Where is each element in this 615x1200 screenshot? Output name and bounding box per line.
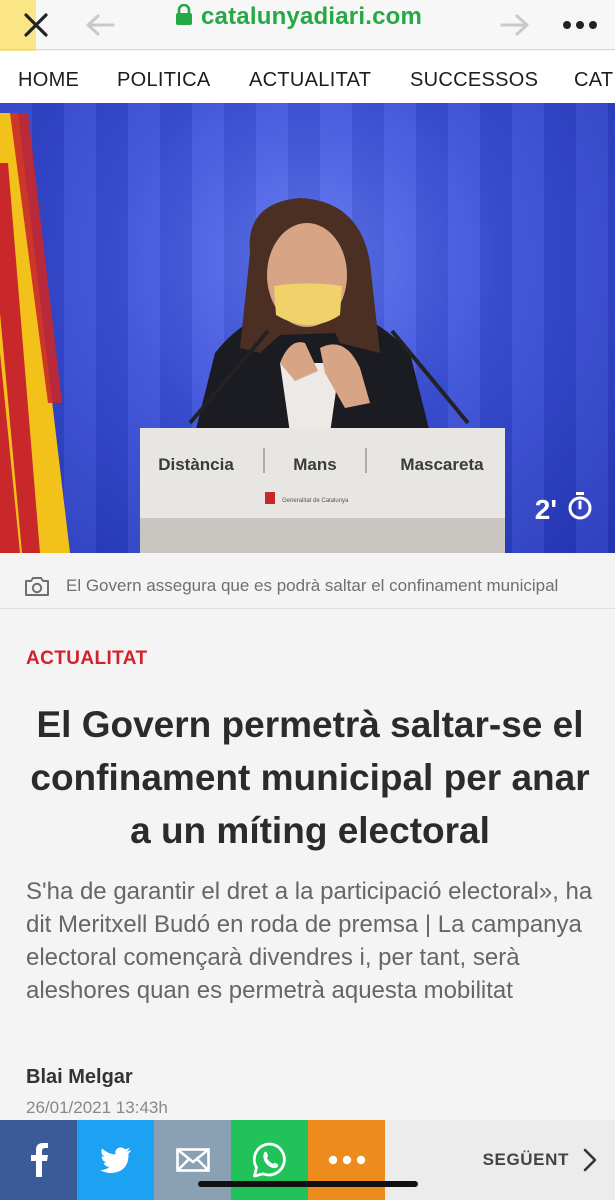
- nav-item-home[interactable]: HOME: [18, 69, 79, 92]
- section-label[interactable]: ACTUALITAT: [26, 648, 148, 670]
- address-bar[interactable]: catalunyadiari.com: [175, 0, 422, 34]
- chevron-right-icon: [583, 1148, 597, 1172]
- podium-word-mascareta: Mascareta: [400, 455, 484, 474]
- generalitat-logo-icon: [265, 492, 275, 504]
- article-headline: El Govern permetrà saltar-se el confinam…: [30, 704, 590, 851]
- speaker-figure: [195, 198, 430, 433]
- back-arrow-icon[interactable]: [80, 0, 120, 50]
- camera-icon: [24, 575, 50, 597]
- share-facebook-button[interactable]: [0, 1120, 77, 1200]
- next-article-button[interactable]: SEGÜENT: [385, 1120, 615, 1200]
- article-author[interactable]: Blai Melgar: [26, 1066, 133, 1089]
- share-email-button[interactable]: [154, 1120, 231, 1200]
- facebook-icon: [30, 1143, 48, 1177]
- podium-word-mans: Mans: [293, 455, 336, 474]
- share-bar: SEGÜENT: [0, 1120, 615, 1200]
- article-date: 26/01/2021 13:43h: [26, 1098, 168, 1117]
- share-twitter-button[interactable]: [77, 1120, 154, 1200]
- caption-text: El Govern assegura que es podrà saltar e…: [66, 575, 559, 595]
- article-summary: S'ha de garantir el dret a la participac…: [26, 878, 593, 1004]
- podium-seal-text: Generalitat de Catalunya: [282, 498, 349, 504]
- whatsapp-icon: [252, 1142, 286, 1178]
- stopwatch-icon: [567, 492, 593, 527]
- more-dots-icon[interactable]: [555, 0, 605, 50]
- reading-time: 2': [535, 492, 593, 527]
- photo-caption: El Govern assegura que es podrà saltar e…: [0, 563, 615, 609]
- hero-illustration: Distància Mans Mascareta Generalitat de …: [0, 113, 505, 553]
- home-indicator[interactable]: [198, 1181, 418, 1187]
- reading-time-value: 2': [534, 493, 557, 525]
- url-text: catalunyadiari.com: [201, 3, 423, 30]
- forward-arrow-icon[interactable]: [495, 0, 535, 50]
- close-icon[interactable]: [10, 0, 62, 50]
- next-label: SEGÜENT: [482, 1150, 569, 1169]
- site-nav: HOME POLITICA ACTUALITAT SUCCESSOS CAT: [0, 51, 615, 103]
- hero-image[interactable]: Distància Mans Mascareta Generalitat de …: [0, 103, 615, 553]
- twitter-icon: [99, 1147, 131, 1173]
- browser-toolbar: catalunyadiari.com: [0, 0, 615, 100]
- share-more-button[interactable]: [308, 1120, 385, 1200]
- share-whatsapp-button[interactable]: [231, 1120, 308, 1200]
- podium-word-distancia: Distància: [158, 455, 234, 474]
- more-dots-icon: [328, 1155, 365, 1165]
- nav-item-cat[interactable]: CAT: [574, 69, 613, 92]
- nav-item-successos[interactable]: SUCCESSOS: [410, 69, 538, 92]
- nav-item-actualitat[interactable]: ACTUALITAT: [249, 69, 371, 92]
- nav-item-politica[interactable]: POLITICA: [117, 69, 211, 92]
- lock-icon: [175, 3, 193, 31]
- email-icon: [175, 1148, 210, 1172]
- catalan-flag: [0, 113, 70, 553]
